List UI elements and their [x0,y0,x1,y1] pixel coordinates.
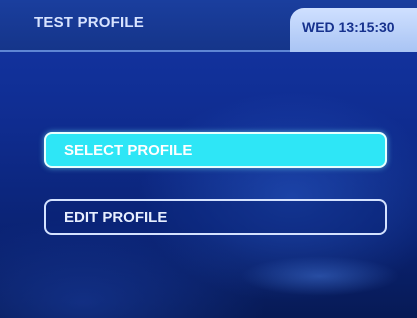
title-bar: TEST PROFILE WED 13:15:30 [0,0,417,52]
clock-display: WED 13:15:30 [302,19,395,35]
clock-tab: WED 13:15:30 [290,8,417,52]
background-glow [240,256,400,296]
test-profile-screen: TEST PROFILE WED 13:15:30 SELECT PROFILE… [0,0,417,318]
select-profile-button[interactable]: SELECT PROFILE [44,132,387,168]
edit-profile-label: EDIT PROFILE [64,209,168,226]
select-profile-label: SELECT PROFILE [64,142,193,159]
page-title: TEST PROFILE [34,14,144,31]
edit-profile-button[interactable]: EDIT PROFILE [44,199,387,235]
